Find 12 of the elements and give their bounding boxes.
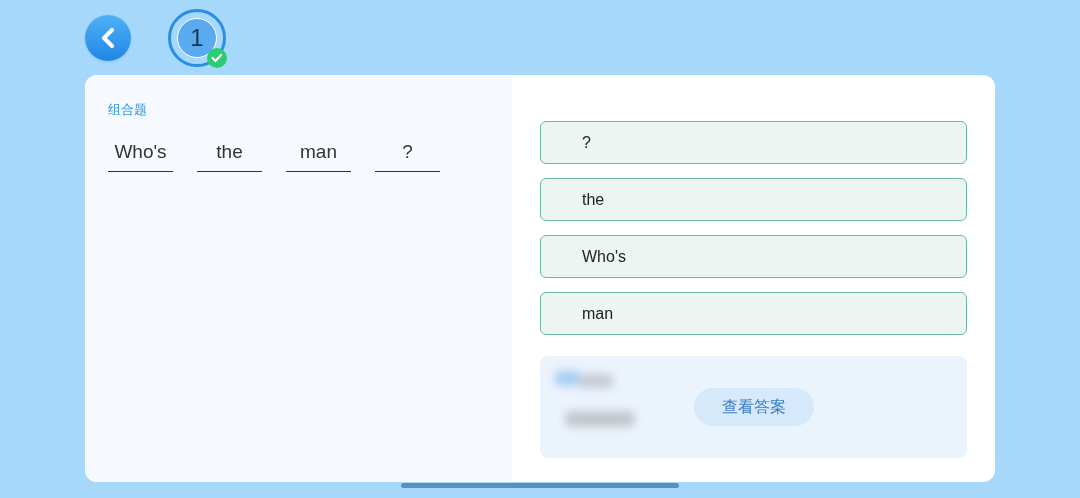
word-option[interactable]: ? [540,121,967,164]
word-option[interactable]: the [540,178,967,221]
word-blank[interactable]: man [286,137,351,172]
word-blank[interactable]: ? [375,137,440,172]
question-type-label: 组合题 [108,101,147,119]
chevron-left-icon [100,27,116,48]
word-option[interactable]: man [540,292,967,335]
back-button[interactable] [85,14,131,61]
word-option[interactable]: Who's [540,235,967,278]
question-number-badge[interactable]: 1 [168,8,226,67]
word-blank[interactable]: Who's [108,137,173,172]
word-blank[interactable]: the [197,137,262,172]
